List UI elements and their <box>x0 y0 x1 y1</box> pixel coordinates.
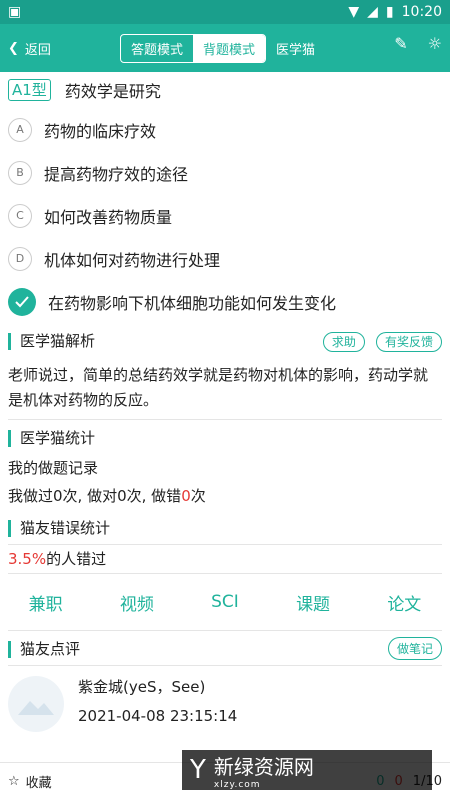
top-bar: ❮ 返回 答题模式 背题模式 医学猫 ✎ ☼ <box>0 24 450 72</box>
option-text: 如何改善药物质量 <box>44 207 173 227</box>
watermark-logo-icon: Y <box>190 755 206 785</box>
option-d[interactable]: D 机体如何对药物进行处理 <box>0 237 450 280</box>
record-mid: 次, 做错 <box>126 487 182 505</box>
option-key: C <box>8 203 32 228</box>
record-suffix: 次 <box>190 487 206 505</box>
tab-yixuemao[interactable]: 医学猫 <box>276 39 315 58</box>
wifi-icon: ▼ <box>348 4 360 20</box>
option-text: 在药物影响下机体细胞功能如何发生变化 <box>48 293 337 313</box>
section-bar <box>8 333 11 350</box>
link-video[interactable]: 视频 <box>120 590 154 615</box>
back-label: 返回 <box>24 42 51 58</box>
feedback-button[interactable]: 有奖反馈 <box>375 331 442 352</box>
record-wrong: 0 <box>181 487 191 505</box>
battery-icon: ▮ <box>385 4 394 20</box>
comments-header: 猫友点评 做笔记 <box>0 631 450 665</box>
check-icon <box>8 287 36 316</box>
status-right: ▼ ◢ ▮ 10:20 <box>348 4 442 20</box>
comment-item: 紫金城(yeS，See) 2021-04-08 23:15:14 <box>0 666 450 742</box>
record-prefix: 我做过0次, 做对 <box>8 487 118 505</box>
analysis-header: 医学猫解析 求助 有奖反馈 <box>0 323 450 357</box>
question-header: A1型 药效学是研究 <box>0 72 450 108</box>
edit-icon[interactable]: ✎ <box>394 34 407 53</box>
section-bar <box>8 520 11 537</box>
watermark-text: 新绿资源网 <box>213 754 314 779</box>
avatar[interactable] <box>8 676 64 732</box>
stats-title: 医学猫统计 <box>20 428 96 447</box>
record-label: 我的做题记录 <box>8 459 99 477</box>
top-icons: ✎ ☼ <box>394 34 442 53</box>
option-b[interactable]: B 提高药物疗效的途径 <box>0 151 450 194</box>
status-bar: ▣ ▼ ◢ ▮ 10:20 <box>0 0 450 24</box>
record-detail: 我做过0次, 做对0次, 做错0次 <box>0 482 450 510</box>
error-rate-line: 3.5%的人错过 <box>0 545 450 573</box>
watermark-sub: xlzy.com <box>213 779 261 790</box>
section-bar <box>8 641 11 658</box>
section-bar <box>8 430 11 447</box>
help-button[interactable]: 求助 <box>322 331 365 352</box>
comments-title: 猫友点评 <box>20 639 81 658</box>
content: A1型 药效学是研究 A 药物的临床疗效 B 提高药物疗效的途径 C 如何改善药… <box>0 72 450 762</box>
option-e[interactable]: 在药物影响下机体细胞功能如何发生变化 <box>0 280 450 323</box>
brightness-icon[interactable]: ☼ <box>428 34 442 53</box>
mode-segment: 答题模式 背题模式 <box>120 33 267 63</box>
stats-header: 医学猫统计 <box>0 420 450 454</box>
back-button[interactable]: ❮ 返回 <box>0 39 120 58</box>
star-icon: ☆ <box>8 774 20 789</box>
option-c[interactable]: C 如何改善药物质量 <box>0 194 450 237</box>
link-sci[interactable]: SCI <box>211 592 239 612</box>
tab-recite-mode[interactable]: 背题模式 <box>193 34 266 62</box>
question-type-tag: A1型 <box>8 79 51 101</box>
comment-time: 2021-04-08 23:15:14 <box>78 707 238 725</box>
link-topic[interactable]: 课题 <box>296 590 330 615</box>
link-paper[interactable]: 论文 <box>387 590 421 615</box>
mode-switch: 答题模式 背题模式 医学猫 <box>120 33 315 63</box>
error-header: 猫友错误统计 <box>0 510 450 544</box>
link-row: 兼职 视频 SCI 课题 论文 <box>0 574 450 630</box>
option-key: D <box>8 246 32 271</box>
comment-author: 紫金城(yeS，See) <box>78 678 206 696</box>
error-suffix: 的人错过 <box>46 550 107 568</box>
watermark: Y 新绿资源网 xlzy.com <box>182 750 432 790</box>
note-button[interactable]: 做笔记 <box>387 636 442 660</box>
tab-answer-mode[interactable]: 答题模式 <box>121 35 193 62</box>
analysis-title: 医学猫解析 <box>20 331 96 350</box>
error-rate: 3.5% <box>8 550 47 568</box>
chevron-left-icon: ❮ <box>8 40 19 56</box>
image-notification-icon: ▣ <box>8 4 22 20</box>
option-text: 药物的临床疗效 <box>44 121 157 141</box>
option-text: 机体如何对药物进行处理 <box>44 250 221 270</box>
link-parttime[interactable]: 兼职 <box>29 590 63 615</box>
record-correct: 0 <box>117 487 127 505</box>
watermark-text-block: 新绿资源网 xlzy.com <box>214 751 314 790</box>
option-key: B <box>8 160 32 185</box>
error-title: 猫友错误统计 <box>20 518 111 537</box>
favorite-label: 收藏 <box>25 776 52 791</box>
comment-meta: 紫金城(yeS，See) 2021-04-08 23:15:14 <box>64 676 237 732</box>
status-time: 10:20 <box>401 4 442 20</box>
option-key: A <box>8 117 32 142</box>
option-text: 提高药物疗效的途径 <box>44 164 189 184</box>
analysis-actions: 求助 有奖反馈 <box>317 331 442 352</box>
option-a[interactable]: A 药物的临床疗效 <box>0 108 450 151</box>
favorite-button[interactable]: ☆ 收藏 <box>8 772 52 791</box>
analysis-body: 老师说过，简单的总结药效学就是药物对机体的影响，药动学就是机体对药物的反应。 <box>8 366 429 409</box>
question-text: 药效学是研究 <box>64 82 161 101</box>
signal-icon: ◢ <box>367 4 378 20</box>
